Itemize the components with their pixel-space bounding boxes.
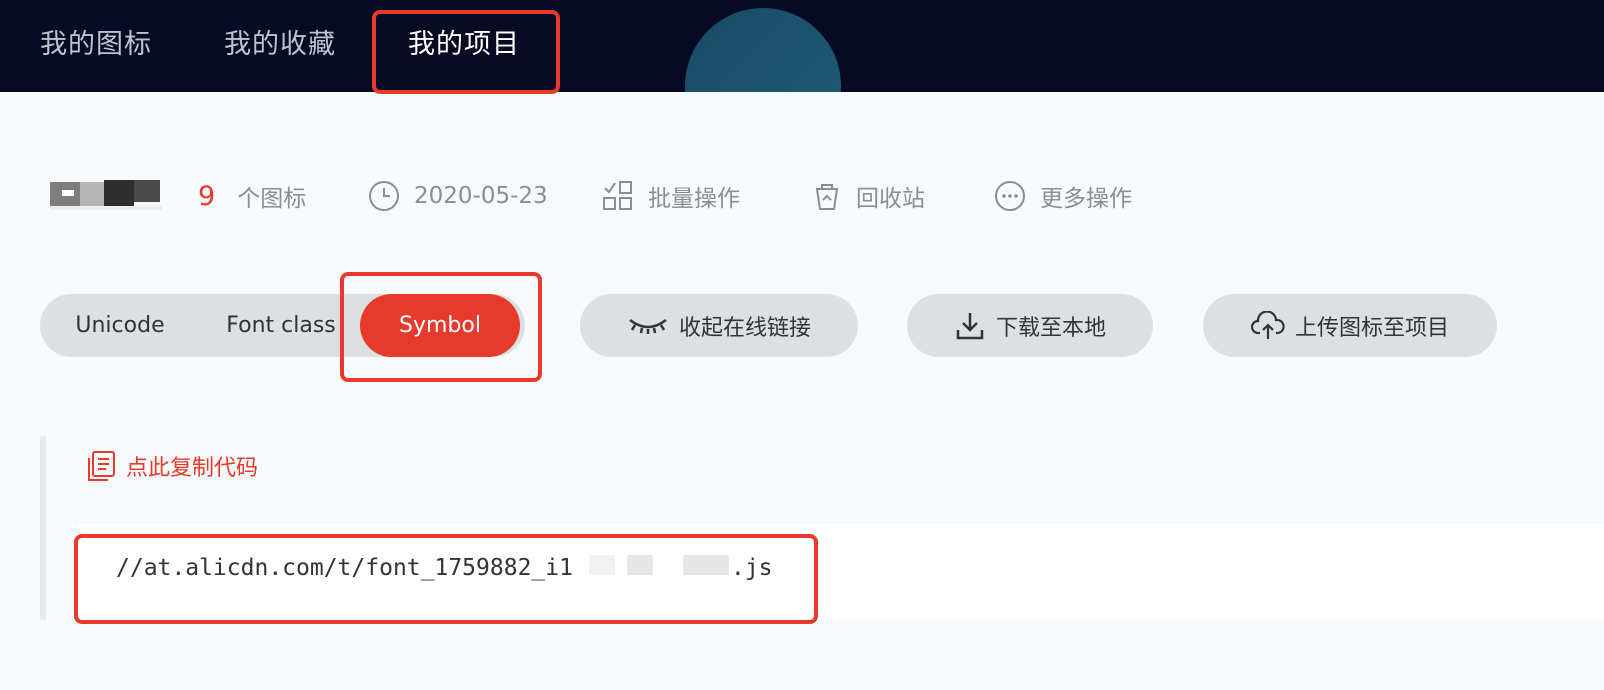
upload-icons-button[interactable]: 上传图标至项目 (1203, 294, 1497, 357)
icon-count: 9 个图标 (198, 176, 306, 216)
batch-operation-label: 批量操作 (648, 186, 740, 212)
copy-code-button[interactable]: 点此复制代码 (86, 450, 258, 482)
download-local-button[interactable]: 下载至本地 (907, 294, 1153, 357)
tab-symbol[interactable]: Symbol (360, 294, 520, 357)
icon-count-number: 9 (198, 180, 216, 212)
date-text: 2020-05-23 (414, 183, 548, 209)
redaction-mask (682, 555, 729, 575)
recycle-bin-label: 回收站 (856, 186, 925, 212)
url-redacted (573, 555, 731, 575)
download-icon (954, 310, 986, 342)
closed-eye-icon (627, 314, 669, 338)
tab-unicode[interactable]: Unicode (60, 294, 180, 357)
more-actions-button[interactable]: 更多操作 (994, 176, 1132, 216)
redaction-mask (588, 555, 615, 575)
copy-code-label: 点此复制代码 (126, 456, 259, 481)
cloud-upload-icon (1250, 310, 1285, 341)
collapse-online-link-button[interactable]: 收起在线链接 (580, 294, 858, 357)
more-dots-icon (994, 180, 1026, 212)
copy-document-icon (86, 450, 116, 482)
project-date: 2020-05-23 (368, 176, 548, 216)
more-actions-label: 更多操作 (1040, 186, 1132, 212)
tab-font-class[interactable]: Font class (212, 294, 350, 357)
url-suffix: .js (730, 555, 773, 581)
tab-my-projects[interactable]: 我的项目 (408, 22, 520, 61)
project-thumbnail (50, 180, 162, 210)
batch-operation-button[interactable]: 批量操作 (602, 176, 740, 216)
redaction-mask (626, 555, 653, 575)
recycle-bin-button[interactable]: 回收站 (812, 176, 925, 216)
icon-count-label: 个图标 (237, 186, 307, 212)
upload-icons-label: 上传图标至项目 (1294, 315, 1449, 341)
clock-icon (368, 180, 400, 212)
format-segmented-control: Unicode Font class Symbol (40, 294, 525, 357)
tab-my-icons[interactable]: 我的图标 (40, 22, 152, 61)
batch-grid-icon (602, 180, 634, 212)
download-local-label: 下载至本地 (995, 315, 1106, 341)
tab-my-favorites[interactable]: 我的收藏 (224, 22, 336, 61)
symbol-js-url[interactable]: //at.alicdn.com/t/font_1759882_i1 .js (116, 555, 773, 581)
trash-icon (812, 180, 842, 212)
collapse-online-link-label: 收起在线链接 (678, 315, 811, 341)
decorative-circle (685, 8, 841, 92)
url-prefix: //at.alicdn.com/t/font_1759882_i1 (116, 555, 573, 581)
top-navigation: 我的图标 我的收藏 我的项目 (0, 0, 1604, 92)
